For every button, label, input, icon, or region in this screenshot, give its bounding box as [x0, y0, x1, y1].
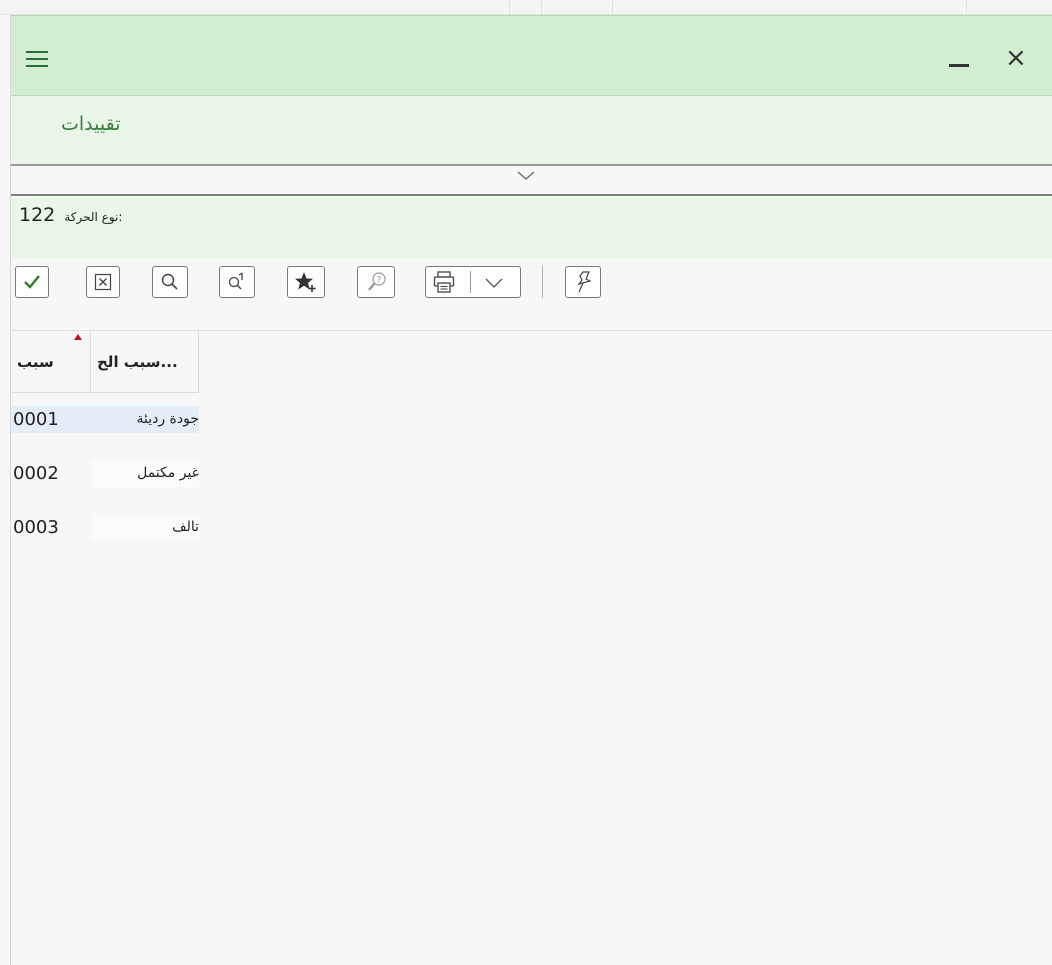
printer-icon	[433, 271, 455, 293]
value-help-dialog: × تقييدات 122 نوع الحركة: ? سبب ...سبب ا…	[10, 15, 1052, 965]
reason-code: 0001	[13, 409, 59, 430]
cancel-button[interactable]	[86, 266, 120, 298]
split-divider	[470, 271, 471, 293]
star-add-icon	[295, 272, 316, 292]
reason-description: غير مكتمل	[91, 460, 199, 487]
dialog-titlebar: ×	[11, 15, 1052, 96]
column-header-reason[interactable]: سبب	[11, 331, 91, 393]
background-divider	[541, 0, 542, 15]
background-divider	[612, 0, 613, 15]
table-row[interactable]: 0001 جودة رديئة	[11, 406, 199, 433]
checkmark-icon	[24, 275, 40, 289]
column-header-label: سبب	[17, 353, 54, 371]
movement-type-value: 122	[19, 204, 56, 226]
close-box-icon	[94, 273, 112, 291]
sort-ascending-icon	[74, 334, 82, 340]
background-divider	[509, 0, 510, 15]
column-header-reason-text[interactable]: ...سبب الح	[91, 331, 199, 393]
svg-text:?: ?	[377, 276, 382, 286]
reason-description: تالف	[91, 514, 199, 541]
search-next-icon	[228, 272, 243, 290]
background-strip	[0, 0, 1052, 15]
search-plus-button[interactable]	[219, 266, 255, 298]
background-divider	[966, 0, 967, 15]
pin-icon	[577, 271, 592, 293]
header-collapse-bar[interactable]	[11, 166, 1052, 196]
results-table: سبب ...سبب الح 0001 جودة رديئة 0002 غير …	[11, 330, 1052, 965]
tab-restrictions[interactable]: تقييدات	[61, 113, 121, 135]
reason-description: جودة رديئة	[91, 406, 199, 433]
toolbar: ?	[11, 258, 1052, 330]
search-button[interactable]	[152, 266, 188, 298]
minimize-icon[interactable]	[949, 64, 969, 67]
menu-icon[interactable]	[26, 51, 48, 69]
favorites-add-button[interactable]	[287, 266, 325, 298]
reason-code: 0003	[13, 517, 59, 538]
movement-type-info: 122 نوع الحركة:	[19, 204, 122, 226]
close-icon[interactable]: ×	[1005, 44, 1027, 72]
info-panel: 122 نوع الحركة:	[11, 198, 1052, 258]
reason-code: 0002	[13, 463, 59, 484]
dialog-header: تقييدات	[11, 96, 1052, 166]
confirm-button[interactable]	[15, 266, 49, 298]
pin-button[interactable]	[565, 266, 601, 298]
table-row[interactable]: 0002 غير مكتمل	[11, 460, 199, 487]
chevron-down-icon	[517, 171, 535, 180]
chevron-down-icon[interactable]	[484, 276, 504, 290]
help-icon: ?	[368, 272, 386, 291]
column-header-label: ...سبب الح	[97, 353, 178, 371]
search-icon	[161, 273, 178, 290]
help-button[interactable]: ?	[357, 266, 395, 298]
movement-type-label: نوع الحركة:	[64, 210, 123, 224]
table-row[interactable]: 0003 تالف	[11, 514, 199, 541]
print-button[interactable]	[425, 266, 521, 298]
toolbar-divider	[542, 266, 543, 298]
